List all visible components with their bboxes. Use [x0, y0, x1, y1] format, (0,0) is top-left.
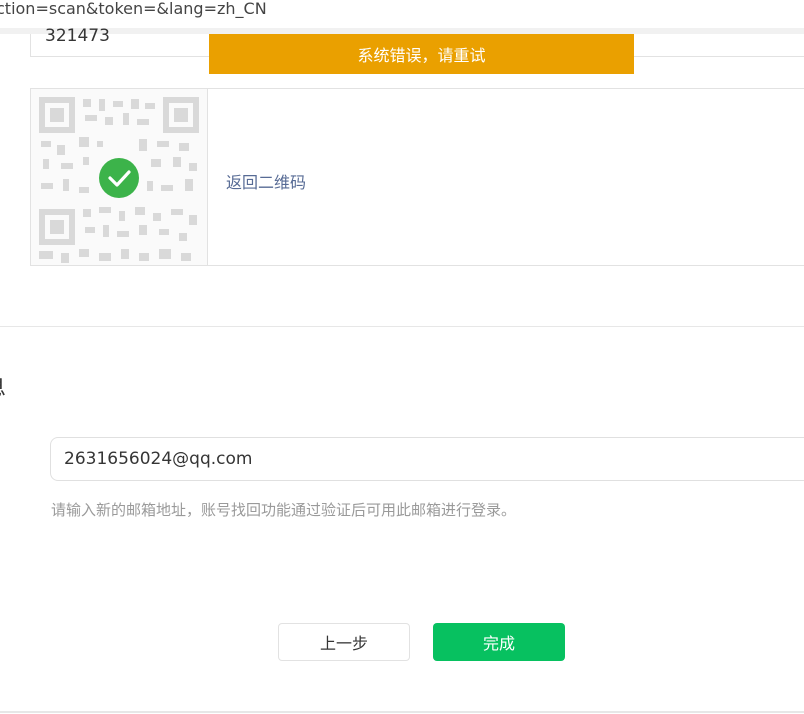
email-input-value: 2631656024@qq.com [64, 449, 253, 469]
browser-url-bar[interactable]: ction=scan&token=&lang=zh_CN [0, 0, 804, 34]
back-to-qr-link[interactable]: 返回二维码 [226, 169, 306, 193]
error-toast-message: 系统错误，请重试 [357, 46, 486, 65]
url-text: ction=scan&token=&lang=zh_CN [0, 0, 267, 18]
done-button[interactable]: 完成 [433, 623, 565, 661]
check-icon [99, 158, 139, 198]
qr-card: 返回二维码 [30, 88, 804, 266]
qr-code [31, 89, 208, 265]
section-title: 息 [0, 370, 6, 402]
footer-divider [0, 711, 804, 713]
verification-code-value: 321473 [45, 26, 110, 46]
error-toast: 系统错误，请重试 [209, 34, 634, 74]
section-divider [0, 326, 804, 327]
previous-step-label: 上一步 [319, 634, 368, 653]
previous-step-button[interactable]: 上一步 [278, 623, 410, 661]
done-label: 完成 [482, 634, 515, 653]
email-hint: 请输入新的邮箱地址，账号找回功能通过验证后可用此邮箱进行登录。 [51, 501, 517, 519]
email-input[interactable]: 2631656024@qq.com [50, 437, 804, 481]
